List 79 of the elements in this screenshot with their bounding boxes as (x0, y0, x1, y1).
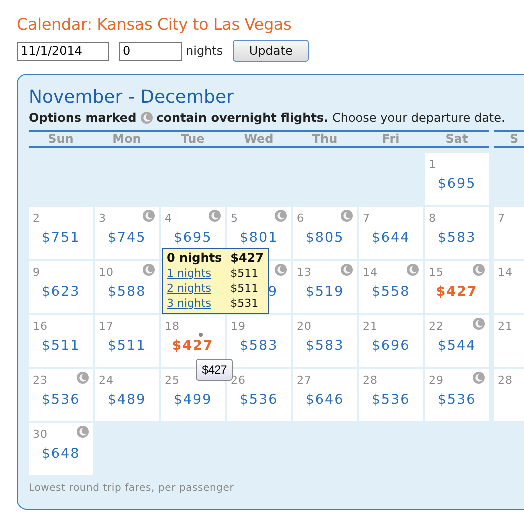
day-number: 7 (362, 211, 370, 225)
fare-price: $544 (438, 337, 476, 355)
day-number: 21 (362, 319, 378, 333)
fare-price: $745 (108, 229, 146, 247)
day-number: 6 (296, 211, 304, 225)
day-number: 17 (98, 319, 114, 333)
fare-price: $558 (372, 283, 410, 301)
popup-price: $511 (230, 266, 260, 281)
day-number: 16 (32, 319, 48, 333)
fare-price: $588 (108, 283, 146, 301)
day-number: 23 (32, 373, 48, 387)
day-number: 5 (230, 211, 238, 225)
day-number: 27 (296, 373, 312, 387)
month-heading: November - December (29, 86, 235, 110)
day-number: 21 (497, 319, 513, 333)
page-title: Calendar: Kansas City to Las Vegas (17, 14, 293, 36)
fare-price: $801 (240, 229, 278, 247)
day-number: 10 (98, 265, 114, 279)
day-number: 28 (497, 373, 513, 387)
day-number: 3 (98, 211, 106, 225)
fare-price: $695 (174, 229, 212, 247)
day-number: 20 (296, 319, 312, 333)
weekday-label: Mon (112, 132, 142, 146)
day-number: 19 (230, 319, 246, 333)
fare-price: $695 (438, 175, 476, 193)
day-number: 28 (362, 373, 378, 387)
weekday-label: Thu (311, 132, 339, 146)
day-number: 2 (32, 211, 40, 225)
price-tooltip: $427 (196, 359, 233, 381)
day-number: 15 (428, 265, 444, 279)
fare-price: $519 (306, 283, 344, 301)
day-number: 7 (497, 211, 506, 225)
day-number: 14 (497, 265, 513, 279)
day-number: 9 (32, 265, 40, 279)
day-number: 13 (296, 265, 312, 279)
fare-price: $646 (306, 391, 344, 409)
nights-label: nights (186, 44, 224, 58)
weekday-label: S (509, 132, 520, 146)
weekday-label: Tue (180, 132, 206, 146)
fare-price: $536 (438, 391, 476, 409)
fare-price: $536 (42, 391, 80, 409)
weekday-label: Fri (381, 132, 401, 146)
weekday-label: Wed (243, 132, 275, 146)
day-number: 1 (428, 157, 436, 171)
fare-price: $499 (174, 391, 212, 409)
fare-price: $489 (108, 391, 146, 409)
weekday-label: Sat (444, 132, 470, 146)
fare-price: $751 (42, 229, 80, 247)
fare-price: $511 (42, 337, 80, 355)
fare-price: 9 (268, 283, 278, 301)
fare-price: $536 (372, 391, 410, 409)
day-number: 8 (428, 211, 436, 225)
note-text: Options marked (29, 110, 137, 126)
footer-note: Lowest round trip fares, per passenger (29, 483, 236, 494)
fare-price: $511 (108, 337, 146, 355)
popup-price: $531 (230, 296, 260, 311)
fare-price: $427 (436, 283, 478, 301)
fare-price: $536 (240, 391, 278, 409)
day-number: 22 (428, 319, 444, 333)
fare-price: $648 (42, 445, 80, 463)
day-number: 29 (428, 373, 444, 387)
note-text: contain overnight flights. Choose your departure date. (156, 110, 506, 126)
fare-price: $644 (372, 229, 410, 247)
fare-price: $623 (42, 283, 80, 301)
day-number: 26 (230, 373, 246, 387)
day-number: 18 (164, 319, 180, 333)
day-number: 24 (98, 373, 114, 387)
fare-price: $696 (372, 337, 410, 355)
fare-price: $583 (240, 337, 278, 355)
fare-price: $805 (306, 229, 344, 247)
day-number: 25 (164, 373, 180, 387)
day-number: 14 (362, 265, 378, 279)
fare-price: $427 (172, 337, 214, 355)
weekday-label: Sun (47, 132, 75, 146)
popup-price: $511 (230, 281, 260, 296)
fare-price: $583 (306, 337, 344, 355)
fare-price: $583 (438, 229, 476, 247)
day-number: 30 (32, 427, 48, 441)
day-number: 4 (164, 211, 172, 225)
